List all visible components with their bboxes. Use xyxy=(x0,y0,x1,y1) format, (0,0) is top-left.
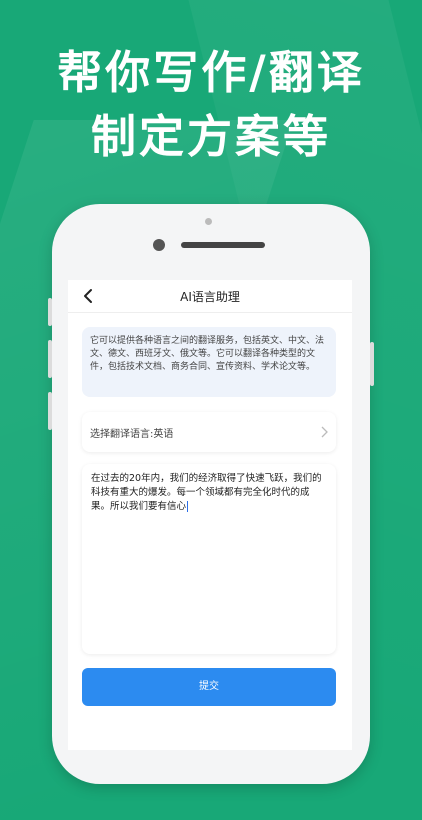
headline-line-1: 帮你写作/翻译 xyxy=(57,46,365,99)
translation-input[interactable]: 在过去的20年内，我们的经济取得了快速飞跃，我们的科技有重大的爆发。每一个领域都… xyxy=(82,464,336,654)
sensor-dot xyxy=(205,218,212,225)
submit-button[interactable]: 提交 xyxy=(82,668,336,706)
nav-bar: AI语言助理 xyxy=(68,280,352,313)
phone-side-button xyxy=(48,298,52,326)
text-caret xyxy=(187,501,189,512)
headline-line-2: 制定方案等 xyxy=(90,110,331,163)
chevron-right-icon xyxy=(321,426,328,438)
speaker-grill xyxy=(181,242,265,248)
translation-input-text: 在过去的20年内，我们的经济取得了快速飞跃，我们的科技有重大的爆发。每一个领域都… xyxy=(91,473,322,512)
app-screen: AI语言助理 它可以提供各种语言之间的翻译服务，包括英文、中文、法文、德文、西班… xyxy=(68,280,352,750)
camera-icon xyxy=(153,239,165,251)
language-select[interactable]: 选择翻译语言:英语 xyxy=(82,412,336,452)
phone-side-button xyxy=(48,392,52,430)
info-card: 它可以提供各种语言之间的翻译服务，包括英文、中文、法文、德文、西班牙文、俄文等。… xyxy=(82,327,336,397)
phone-side-button xyxy=(370,342,374,386)
phone-side-button xyxy=(48,340,52,378)
page-title: AI语言助理 xyxy=(180,290,240,304)
language-select-label: 选择翻译语言:英语 xyxy=(90,429,174,440)
